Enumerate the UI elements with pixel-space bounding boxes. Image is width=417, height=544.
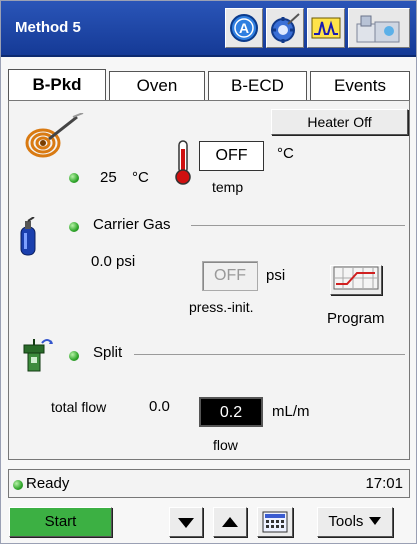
status-text: Ready [26,475,70,492]
keypad-button[interactable] [257,507,293,537]
window-title: Method 5 [15,19,81,36]
temp-setpoint-value: OFF [215,147,248,164]
column-coil-icon [23,112,87,159]
temp-setpoint-unit: °C [277,145,294,162]
status-bar: Ready 17:01 [8,469,410,498]
chromatogram-icon[interactable] [307,8,345,48]
tab-events-label: Events [334,76,386,95]
arrow-up-icon [222,517,238,527]
ready-status-led [13,480,23,490]
carrier-gas-label: Carrier Gas [93,216,171,233]
bottom-toolbar: Start Tools [1,501,416,543]
tools-menu-button[interactable]: Tools [317,507,393,537]
temp-caption: temp [212,179,244,195]
app-window: Method 5 A B-Pkd Oven B-ECD Events Heate… [0,0,417,544]
tab-events[interactable]: Events [310,71,410,101]
flow-setpoint-field[interactable]: 0.2 [199,397,263,427]
carrier-status-led [69,222,79,232]
split-divider [134,354,405,355]
start-label: Start [44,513,77,530]
sampler-icon[interactable] [348,8,410,48]
tab-b-ecd[interactable]: B-ECD [208,71,307,101]
temp-status-led [69,173,79,183]
program-label: Program [327,310,385,327]
ramp-program-icon [333,266,379,290]
scroll-up-button[interactable] [213,507,247,537]
flow-setpoint-value: 0.2 [219,404,243,421]
heater-off-button[interactable]: Heater Off [271,109,408,135]
injector-settings-icon[interactable] [266,8,304,48]
flow-setpoint-unit: mL/m [272,403,310,420]
carrier-divider [191,225,405,226]
start-button[interactable]: Start [9,507,112,537]
program-button[interactable] [330,265,382,295]
pressure-caption: press.-init. [189,299,254,315]
tab-bar: B-Pkd Oven B-ECD Events [8,69,410,101]
split-status-led [69,351,79,361]
total-flow-value: 0.0 [149,398,170,415]
split-valve-icon [20,337,54,373]
flow-caption: flow [213,437,238,453]
arrow-down-icon [178,518,194,528]
svg-text:A: A [239,20,249,36]
gas-cylinder-icon [18,216,38,257]
title-bar: Method 5 A [1,1,416,57]
total-flow-label: total flow [51,399,107,415]
inlet-panel: Heater Off 25 °C OFF °C temp Carrier Gas… [8,100,410,460]
heater-off-label: Heater Off [307,114,372,130]
thermometer-icon [173,139,193,185]
split-label: Split [93,344,123,361]
status-time: 17:01 [365,475,403,492]
chevron-down-icon [368,517,381,525]
tab-b-ecd-label: B-ECD [231,76,284,95]
tools-label: Tools [328,513,364,530]
pressure-setpoint-unit: psi [266,267,286,284]
scroll-down-button[interactable] [169,507,203,537]
method-a-icon[interactable]: A [225,8,263,48]
carrier-pressure-value: 0.0 psi [91,253,136,270]
tab-b-pkd-label: B-Pkd [32,75,82,94]
temp-setpoint-field[interactable]: OFF [199,141,264,171]
tab-oven-label: Oven [136,76,178,95]
actual-temp-unit: °C [132,169,149,186]
tab-oven[interactable]: Oven [109,71,205,101]
tab-b-pkd[interactable]: B-Pkd [8,69,106,101]
keypad-icon [262,511,288,533]
actual-temp-value: 25 [100,169,117,186]
pressure-setpoint-field[interactable]: OFF [202,261,258,291]
pressure-setpoint-value: OFF [214,267,246,284]
